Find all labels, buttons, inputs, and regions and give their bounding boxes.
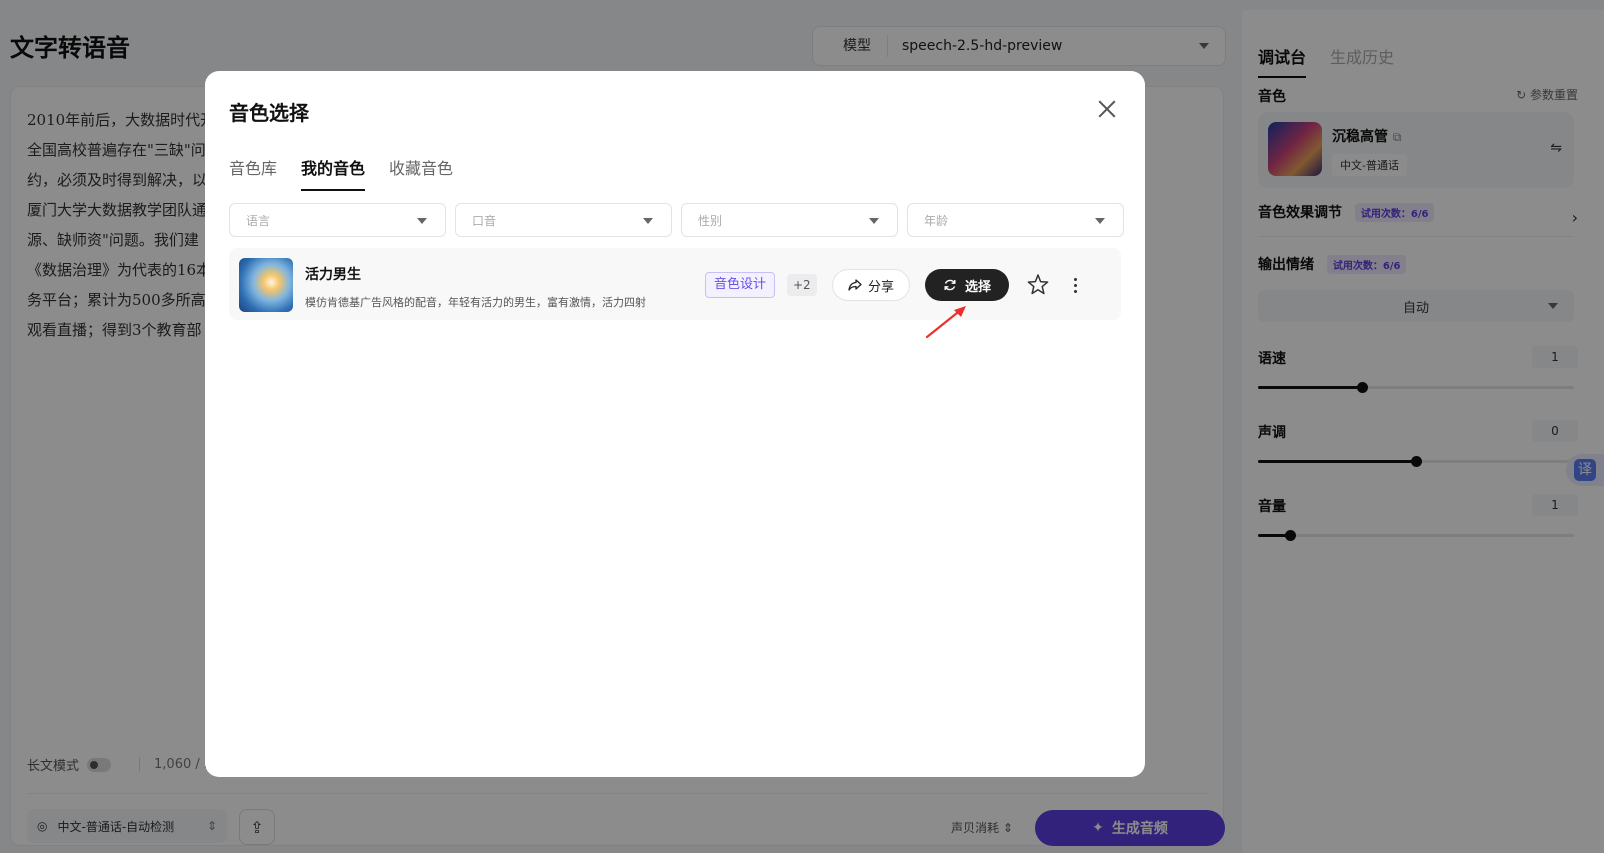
select-voice-button[interactable]: 选择 <box>925 269 1009 301</box>
more-tags-badge[interactable]: +2 <box>787 274 817 296</box>
filter-accent[interactable]: 口音 <box>455 203 672 237</box>
voice-description: 模仿肯德基广告风格的配音，年轻有活力的男生，富有激情，活力四射 <box>305 296 646 309</box>
filter-accent-placeholder: 口音 <box>472 213 497 228</box>
filter-gender[interactable]: 性别 <box>681 203 898 237</box>
voice-tag: 音色设计 <box>705 272 776 298</box>
filter-bar: 语言 口音 性别 年龄 <box>229 203 1124 237</box>
tab-voice-library[interactable]: 音色库 <box>229 155 277 191</box>
share-button[interactable]: 分享 <box>832 269 910 301</box>
filter-age-placeholder: 年龄 <box>924 213 949 228</box>
share-label: 分享 <box>867 279 894 295</box>
chevron-down-icon <box>869 218 879 224</box>
chevron-down-icon <box>417 218 427 224</box>
chevron-down-icon <box>1095 218 1105 224</box>
tab-favorite-voices[interactable]: 收藏音色 <box>389 155 453 191</box>
more-options-icon[interactable] <box>1065 272 1085 298</box>
select-label: 选择 <box>964 279 991 295</box>
refresh-icon <box>944 279 956 291</box>
chevron-down-icon <box>643 218 653 224</box>
list-item[interactable]: 活力男生 模仿肯德基广告风格的配音，年轻有活力的男生，富有激情，活力四射 音色设… <box>229 248 1121 320</box>
tab-my-voices[interactable]: 我的音色 <box>301 155 366 191</box>
filter-age[interactable]: 年龄 <box>907 203 1124 237</box>
voice-avatar <box>239 258 293 312</box>
voice-select-dialog: 音色选择 音色库 我的音色 收藏音色 语言 口音 性别 年龄 活力男生 模仿肯德… <box>205 71 1145 777</box>
annotation-arrow-icon <box>925 306 966 339</box>
star-icon[interactable] <box>1025 272 1051 298</box>
filter-language-placeholder: 语言 <box>246 213 271 228</box>
filter-gender-placeholder: 性别 <box>698 213 723 228</box>
close-icon[interactable] <box>1095 97 1119 121</box>
voice-name: 活力男生 <box>305 267 361 283</box>
dialog-title: 音色选择 <box>229 101 309 125</box>
dialog-tabs: 音色库 我的音色 收藏音色 <box>229 155 453 191</box>
share-icon <box>848 279 862 291</box>
filter-language[interactable]: 语言 <box>229 203 446 237</box>
